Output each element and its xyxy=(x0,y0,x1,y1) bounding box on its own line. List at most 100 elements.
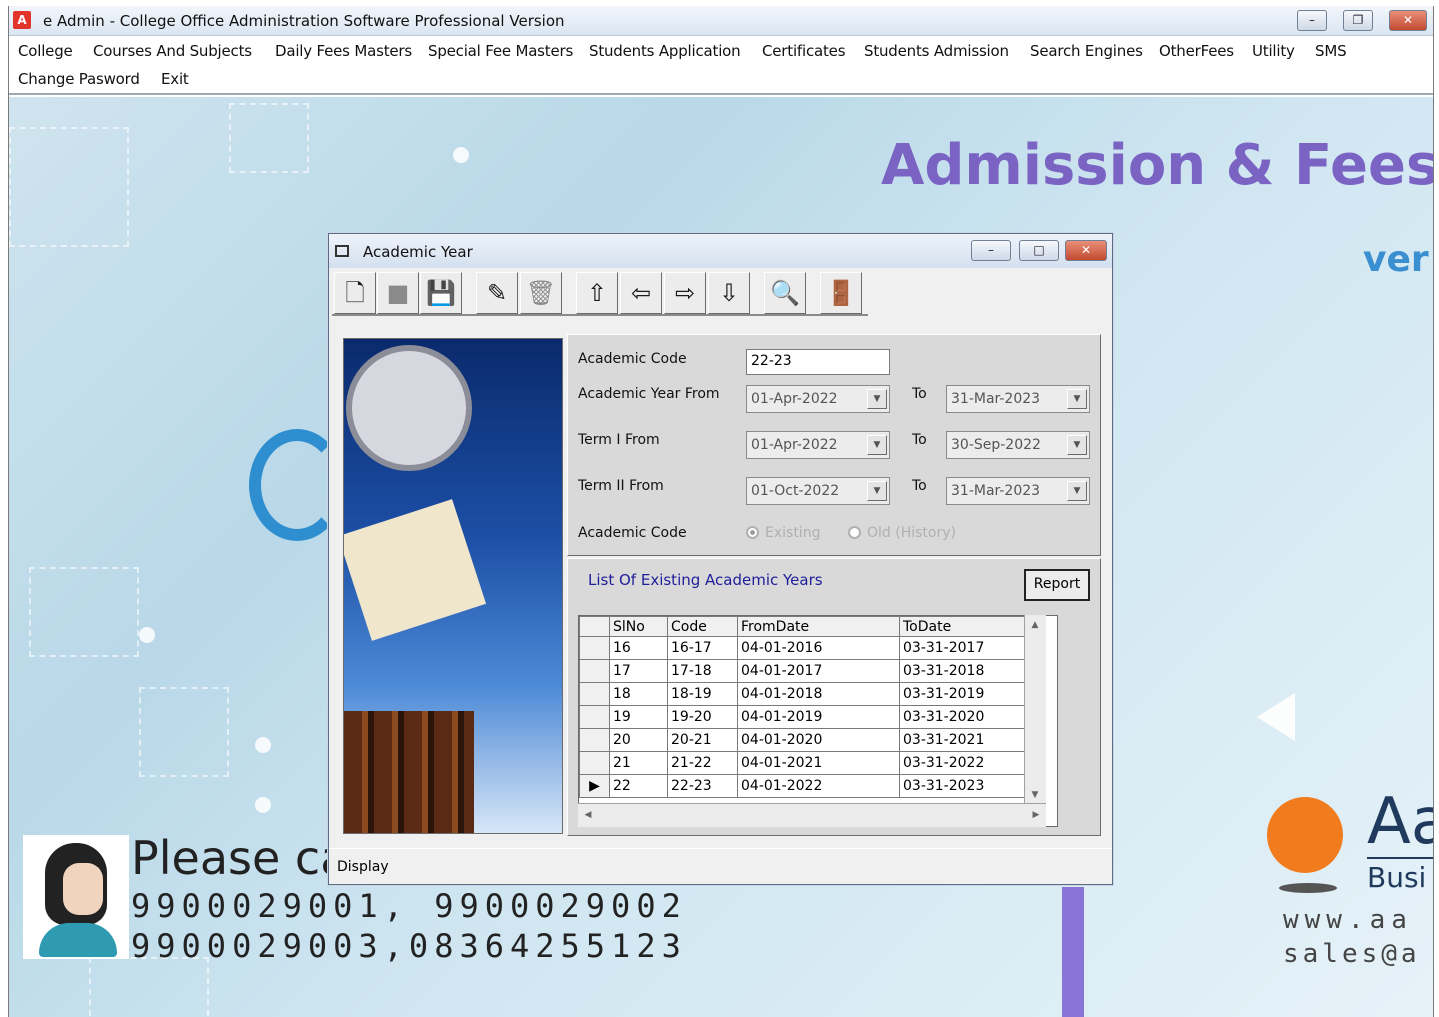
delete-button[interactable]: 🗑 xyxy=(520,272,562,314)
menu-certificates[interactable]: Certificates xyxy=(762,42,846,60)
dropdown-arrow-icon[interactable]: ▼ xyxy=(867,389,887,409)
previous-record-button[interactable]: ⇦ xyxy=(620,272,662,314)
term1-from-date-picker[interactable]: 01-Apr-2022 ▼ xyxy=(746,431,890,459)
table-cell-fromdate[interactable]: 04-01-2020 xyxy=(737,728,900,752)
table-row[interactable]: 21 21-22 04-01-2021 03-31-2022 xyxy=(579,751,1040,775)
year-to-date-picker[interactable]: 31-Mar-2023 ▼ xyxy=(946,385,1090,413)
table-cell-todate[interactable]: 03-31-2017 xyxy=(899,636,1040,660)
row-selector[interactable] xyxy=(579,636,610,660)
menu-utility[interactable]: Utility xyxy=(1252,42,1295,60)
term2-to-date-picker[interactable]: 31-Mar-2023 ▼ xyxy=(946,477,1090,505)
table-cell-todate[interactable]: 03-31-2018 xyxy=(899,659,1040,683)
column-header-fromdate[interactable]: FromDate xyxy=(737,616,900,637)
scroll-left-icon[interactable]: ◀ xyxy=(578,805,598,825)
table-row[interactable]: 20 20-21 04-01-2020 03-31-2021 xyxy=(579,728,1040,752)
table-cell-todate[interactable]: 03-31-2019 xyxy=(899,682,1040,706)
dropdown-arrow-icon[interactable]: ▼ xyxy=(1067,435,1087,455)
table-cell-code[interactable]: 16-17 xyxy=(667,636,738,660)
table-cell-code[interactable]: 22-23 xyxy=(667,774,738,798)
academic-code-input[interactable]: 22-23 xyxy=(746,349,890,375)
table-cell-fromdate[interactable]: 04-01-2022 xyxy=(737,774,900,798)
menu-otherfees[interactable]: OtherFees xyxy=(1159,42,1234,60)
menu-search-engines[interactable]: Search Engines xyxy=(1030,42,1143,60)
find-button[interactable]: 🔍 xyxy=(764,272,806,314)
scroll-up-icon[interactable]: ▲ xyxy=(1025,615,1045,635)
table-cell-code[interactable]: 18-19 xyxy=(667,682,738,706)
column-header-slno[interactable]: SlNo xyxy=(609,616,668,637)
table-cell-slno[interactable]: 17 xyxy=(609,659,668,683)
table-row[interactable]: 19 19-20 04-01-2019 03-31-2020 xyxy=(579,705,1040,729)
table-row[interactable]: 18 18-19 04-01-2018 03-31-2019 xyxy=(579,682,1040,706)
new-button[interactable]: 🗋 xyxy=(334,272,376,314)
row-selector[interactable] xyxy=(579,728,610,752)
row-selector[interactable] xyxy=(579,705,610,729)
academic-year-titlebar[interactable]: Academic Year – □ ✕ xyxy=(329,234,1112,268)
edit-button[interactable]: ■ xyxy=(377,272,419,314)
menu-students-application[interactable]: Students Application xyxy=(589,42,741,60)
row-selector[interactable] xyxy=(579,659,610,683)
table-cell-fromdate[interactable]: 04-01-2016 xyxy=(737,636,900,660)
menu-special-fee-masters[interactable]: Special Fee Masters xyxy=(428,42,573,60)
table-cell-code[interactable]: 20-21 xyxy=(667,728,738,752)
report-button[interactable]: Report xyxy=(1024,569,1090,601)
table-row[interactable]: ▶ 22 22-23 04-01-2022 03-31-2023 xyxy=(579,774,1040,798)
table-cell-fromdate[interactable]: 04-01-2019 xyxy=(737,705,900,729)
table-cell-code[interactable]: 21-22 xyxy=(667,751,738,775)
table-cell-todate[interactable]: 03-31-2023 xyxy=(899,774,1040,798)
table-cell-todate[interactable]: 03-31-2022 xyxy=(899,751,1040,775)
menu-courses-and-subjects[interactable]: Courses And Subjects xyxy=(93,42,252,60)
table-row[interactable]: 17 17-18 04-01-2017 03-31-2018 xyxy=(579,659,1040,683)
edit-form-button[interactable]: ✎ xyxy=(476,272,518,314)
table-cell-code[interactable]: 17-18 xyxy=(667,659,738,683)
old-history-radio[interactable]: Old (History) xyxy=(848,525,956,541)
table-cell-slno[interactable]: 22 xyxy=(609,774,668,798)
row-selector[interactable] xyxy=(579,682,610,706)
last-record-button[interactable]: ⇩ xyxy=(708,272,750,314)
existing-radio[interactable]: Existing xyxy=(746,525,820,541)
menu-sms[interactable]: SMS xyxy=(1315,42,1347,60)
close-button[interactable]: ✕ xyxy=(1389,10,1427,31)
table-cell-slno[interactable]: 20 xyxy=(609,728,668,752)
dialog-close-button[interactable]: ✕ xyxy=(1065,240,1107,261)
save-button[interactable]: 💾 xyxy=(420,272,462,314)
term2-from-date-picker[interactable]: 01-Oct-2022 ▼ xyxy=(746,477,890,505)
row-selector[interactable] xyxy=(579,751,610,775)
dropdown-arrow-icon[interactable]: ▼ xyxy=(1067,389,1087,409)
table-cell-todate[interactable]: 03-31-2020 xyxy=(899,705,1040,729)
table-cell-slno[interactable]: 19 xyxy=(609,705,668,729)
minimize-button[interactable]: – xyxy=(1297,10,1327,31)
table-cell-slno[interactable]: 18 xyxy=(609,682,668,706)
year-from-date-picker[interactable]: 01-Apr-2022 ▼ xyxy=(746,385,890,413)
table-cell-fromdate[interactable]: 04-01-2021 xyxy=(737,751,900,775)
dropdown-arrow-icon[interactable]: ▼ xyxy=(867,435,887,455)
menu-students-admission[interactable]: Students Admission xyxy=(864,42,1009,60)
academic-years-grid[interactable]: SlNo Code FromDate ToDate 16 16-17 04-01-2… xyxy=(578,615,1058,827)
column-header-code[interactable]: Code xyxy=(667,616,738,637)
dialog-minimize-button[interactable]: – xyxy=(971,240,1011,261)
dialog-maximize-button[interactable]: □ xyxy=(1019,240,1059,261)
table-cell-fromdate[interactable]: 04-01-2017 xyxy=(737,659,900,683)
grid-horizontal-scrollbar[interactable]: ◀ ▶ xyxy=(578,803,1046,827)
table-cell-slno[interactable]: 16 xyxy=(609,636,668,660)
scroll-down-icon[interactable]: ▼ xyxy=(1025,785,1045,805)
main-titlebar[interactable]: A e Admin - College Office Administratio… xyxy=(9,6,1433,36)
menu-college[interactable]: College xyxy=(18,42,73,60)
table-row[interactable]: 16 16-17 04-01-2016 03-31-2017 xyxy=(579,636,1040,660)
row-selector[interactable]: ▶ xyxy=(579,774,610,798)
table-cell-code[interactable]: 19-20 xyxy=(667,705,738,729)
table-cell-slno[interactable]: 21 xyxy=(609,751,668,775)
first-record-button[interactable]: ⇧ xyxy=(576,272,618,314)
exit-form-button[interactable]: 🚪 xyxy=(820,272,862,314)
table-cell-todate[interactable]: 03-31-2021 xyxy=(899,728,1040,752)
column-header-todate[interactable]: ToDate xyxy=(899,616,1040,637)
scroll-right-icon[interactable]: ▶ xyxy=(1026,805,1046,825)
next-record-button[interactable]: ⇨ xyxy=(664,272,706,314)
table-cell-fromdate[interactable]: 04-01-2018 xyxy=(737,682,900,706)
menu-exit[interactable]: Exit xyxy=(161,70,189,88)
menu-change-password[interactable]: Change Pasword xyxy=(18,70,140,88)
dropdown-arrow-icon[interactable]: ▼ xyxy=(867,481,887,501)
menu-daily-fees-masters[interactable]: Daily Fees Masters xyxy=(275,42,412,60)
grid-vertical-scrollbar[interactable]: ▲ ▼ xyxy=(1024,615,1046,805)
restore-button[interactable]: ❐ xyxy=(1343,10,1373,31)
dropdown-arrow-icon[interactable]: ▼ xyxy=(1067,481,1087,501)
